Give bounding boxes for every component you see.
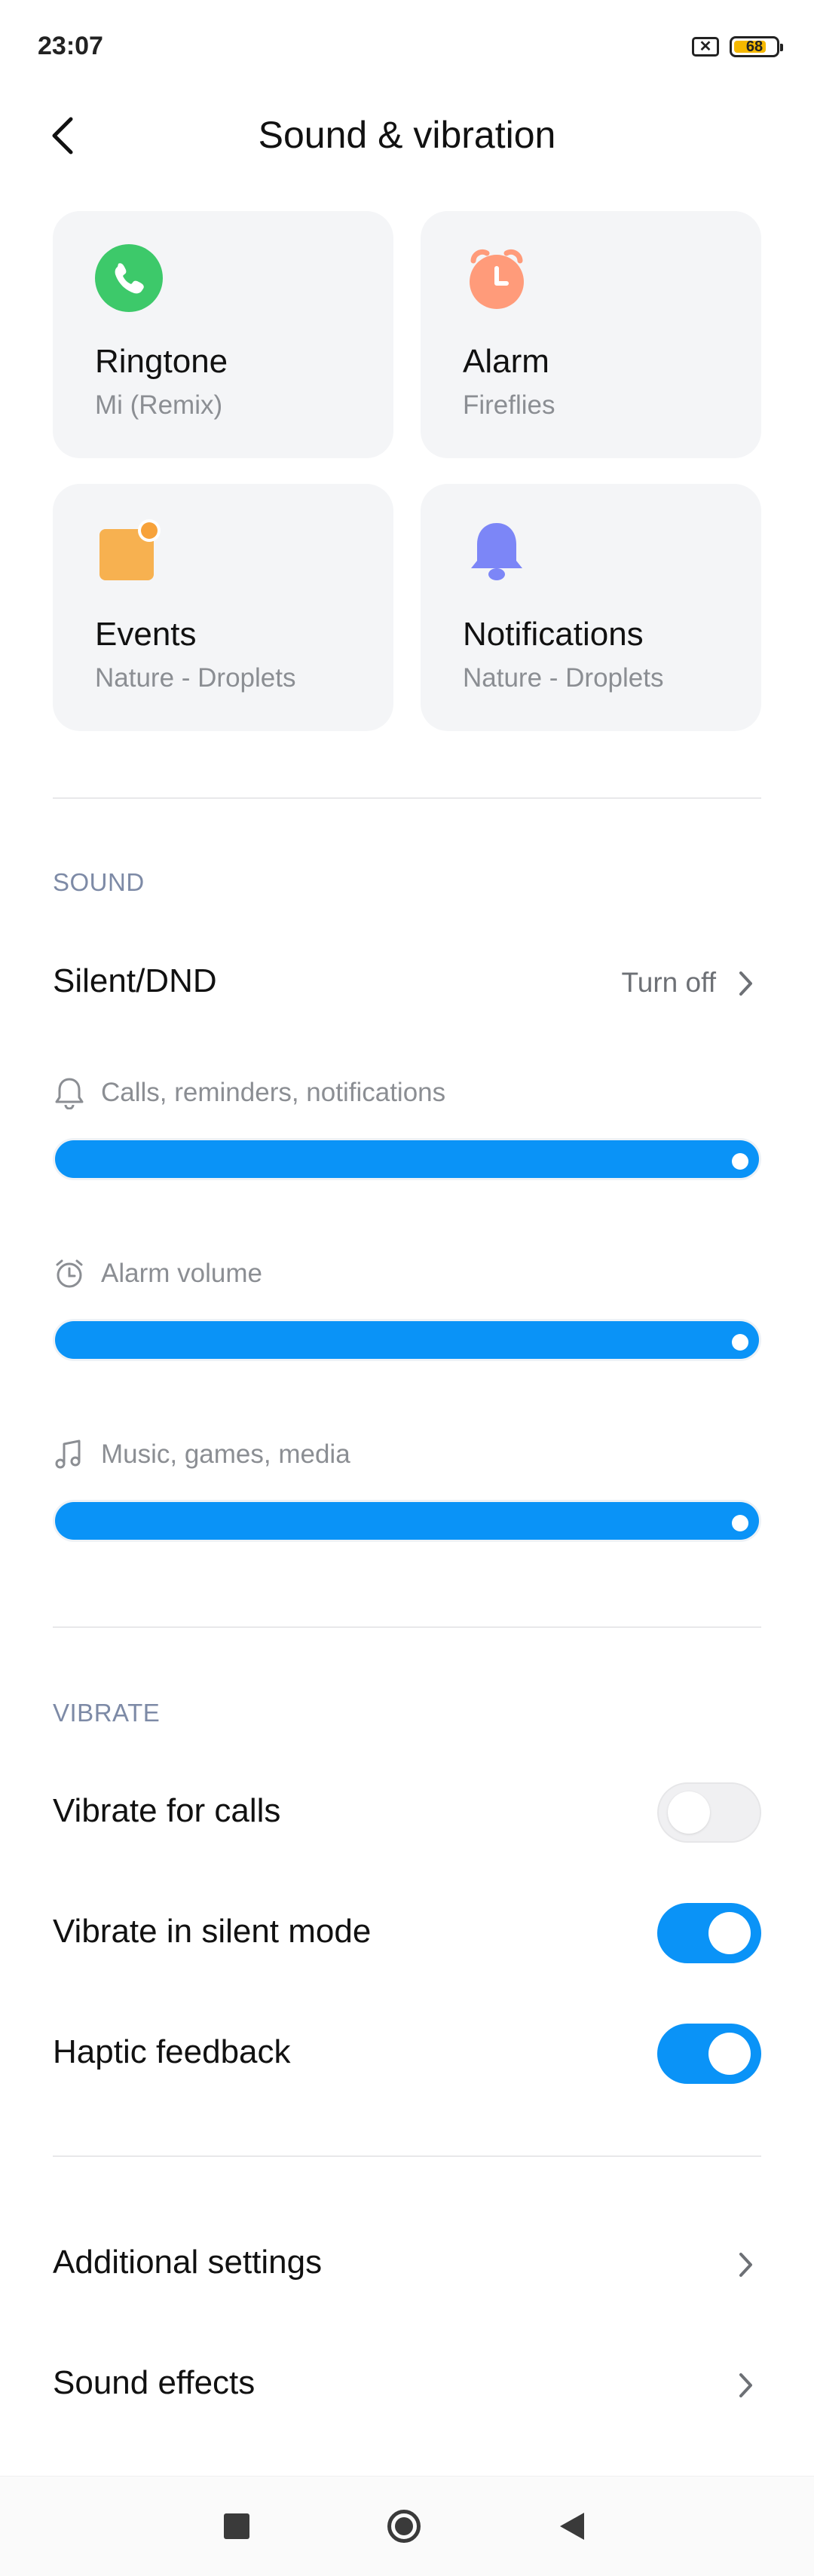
page-title: Sound & vibration — [258, 114, 556, 156]
section-label-vibrate: VIBRATE — [53, 1699, 161, 1727]
row-label: Sound effects — [53, 2364, 256, 2401]
bell-outline-icon — [55, 1078, 84, 1109]
volume-label: Alarm volume — [101, 1259, 262, 1288]
bell-icon — [471, 523, 522, 580]
haptic-feedback-row: Haptic feedback — [0, 2020, 814, 2088]
card-title: Alarm — [463, 343, 549, 380]
divider — [53, 797, 761, 799]
divider — [53, 1626, 761, 1628]
volume-label: Music, games, media — [101, 1439, 350, 1469]
chevron-right-icon — [739, 971, 752, 996]
music-note-icon — [55, 1439, 81, 1469]
card-subtitle: Nature - Droplets — [95, 663, 296, 693]
volume-slider-calls[interactable] — [53, 1138, 761, 1180]
chevron-right-icon — [739, 2373, 752, 2397]
back-arrow-icon — [52, 117, 73, 154]
card-notifications[interactable]: Notifications Nature - Droplets — [421, 484, 761, 731]
silent-dnd-row[interactable]: Silent/DND Turn off — [0, 946, 814, 1021]
card-title: Ringtone — [95, 343, 228, 380]
events-icon — [99, 519, 161, 580]
section-label-sound: SOUND — [53, 868, 145, 896]
volume-slider-media[interactable] — [53, 1500, 761, 1542]
volume-slider-alarm[interactable] — [53, 1319, 761, 1361]
battery-icon: 68 — [730, 36, 783, 57]
row-label: Haptic feedback — [53, 2033, 291, 2070]
slider-knob[interactable] — [732, 1334, 748, 1351]
card-ringtone[interactable]: Ringtone Mi (Remix) — [53, 211, 393, 458]
slider-knob[interactable] — [732, 1153, 748, 1170]
home-button[interactable] — [387, 2510, 421, 2543]
phone-icon — [95, 244, 163, 312]
battery-level: 68 — [745, 38, 764, 55]
recents-button[interactable] — [224, 2513, 249, 2539]
row-label: Vibrate for calls — [53, 1792, 281, 1829]
sim-x-icon: ✕ — [692, 37, 719, 57]
slider-fill — [55, 1502, 759, 1540]
chevron-right-icon — [739, 2253, 752, 2277]
card-subtitle: Mi (Remix) — [95, 390, 223, 420]
sound-effects-row[interactable]: Sound effects — [0, 2348, 814, 2423]
vibrate-calls-row: Vibrate for calls — [0, 1779, 814, 1846]
alarm-clock-icon — [470, 249, 524, 309]
divider — [53, 2155, 761, 2157]
card-alarm[interactable]: Alarm Fireflies — [421, 211, 761, 458]
card-subtitle: Nature - Droplets — [463, 663, 664, 693]
back-button[interactable] — [50, 113, 87, 158]
haptic-feedback-toggle[interactable] — [657, 2024, 761, 2084]
card-events[interactable]: Events Nature - Droplets — [53, 484, 393, 731]
alarm-outline-icon — [56, 1259, 83, 1288]
silent-dnd-value: Turn off — [621, 967, 716, 998]
back-nav-button[interactable] — [558, 2511, 586, 2541]
status-icons: ✕ 68 — [692, 36, 783, 57]
card-title: Notifications — [463, 616, 644, 653]
vibrate-silent-row: Vibrate in silent mode — [0, 1899, 814, 1967]
navigation-bar — [0, 2476, 814, 2576]
slider-fill — [55, 1321, 759, 1359]
row-label: Vibrate in silent mode — [53, 1913, 372, 1950]
additional-settings-row[interactable]: Additional settings — [0, 2227, 814, 2302]
row-label: Additional settings — [53, 2244, 323, 2281]
slider-knob[interactable] — [732, 1515, 748, 1531]
vibrate-calls-toggle[interactable] — [657, 1782, 761, 1843]
slider-fill — [55, 1140, 759, 1178]
card-subtitle: Fireflies — [463, 390, 555, 420]
vibrate-silent-toggle[interactable] — [657, 1903, 761, 1963]
status-time: 23:07 — [38, 32, 103, 60]
card-title: Events — [95, 616, 197, 653]
silent-dnd-label: Silent/DND — [53, 962, 217, 999]
volume-label: Calls, reminders, notifications — [101, 1078, 446, 1107]
